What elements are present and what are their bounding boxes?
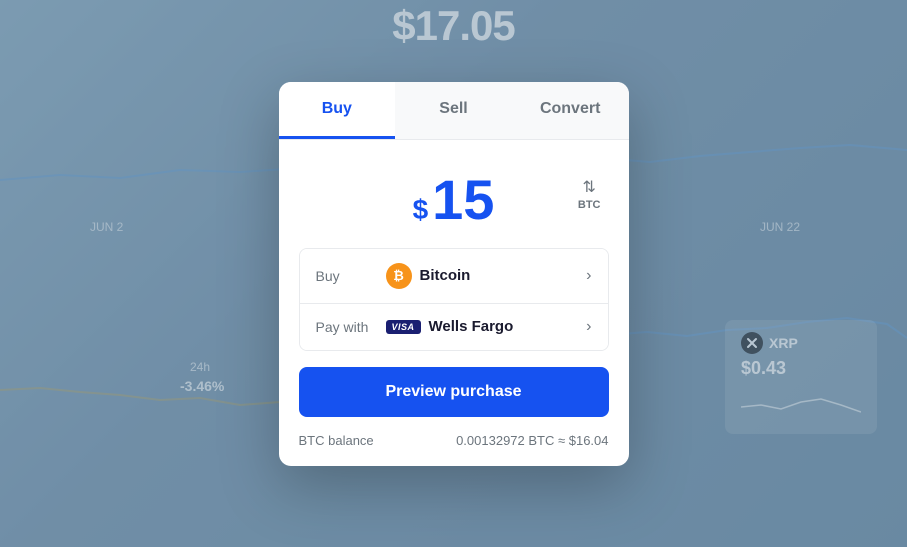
buy-chevron-icon: › xyxy=(586,267,591,285)
tab-convert[interactable]: Convert xyxy=(512,82,629,139)
balance-label: BTC balance xyxy=(299,433,374,448)
visa-badge: VISA xyxy=(386,320,421,334)
toggle-arrows-icon: ⇅ xyxy=(582,177,595,197)
amount-value[interactable]: 15 xyxy=(432,172,494,228)
currency-symbol: $ xyxy=(413,194,429,226)
preview-purchase-button[interactable]: Preview purchase xyxy=(299,367,609,417)
buy-label: Buy xyxy=(316,268,386,284)
amount-section: $ 15 ⇅ BTC xyxy=(279,140,629,248)
buy-sell-modal: Buy Sell Convert $ 15 ⇅ BTC Buy ₿ Bitcoi… xyxy=(279,82,629,466)
tab-buy[interactable]: Buy xyxy=(279,82,396,139)
buy-asset-row[interactable]: Buy ₿ Bitcoin › xyxy=(300,249,608,304)
pay-with-row[interactable]: Pay with VISA Wells Fargo › xyxy=(300,304,608,350)
pay-label: Pay with xyxy=(316,319,386,335)
bank-name: Wells Fargo xyxy=(429,318,514,335)
buy-content: ₿ Bitcoin xyxy=(386,263,587,289)
balance-row: BTC balance 0.00132972 BTC ≈ $16.04 xyxy=(279,433,629,466)
options-section: Buy ₿ Bitcoin › Pay with VISA Wells Farg… xyxy=(299,248,609,351)
toggle-currency-label: BTC xyxy=(578,199,601,211)
currency-toggle[interactable]: ⇅ BTC xyxy=(578,177,601,211)
btc-icon: ₿ xyxy=(386,263,412,289)
pay-content: VISA Wells Fargo xyxy=(386,318,587,335)
pay-chevron-icon: › xyxy=(586,318,591,336)
tab-bar: Buy Sell Convert xyxy=(279,82,629,140)
balance-value: 0.00132972 BTC ≈ $16.04 xyxy=(456,433,608,448)
asset-name: Bitcoin xyxy=(420,267,471,284)
amount-display: $ 15 xyxy=(413,172,495,228)
tab-sell[interactable]: Sell xyxy=(395,82,512,139)
